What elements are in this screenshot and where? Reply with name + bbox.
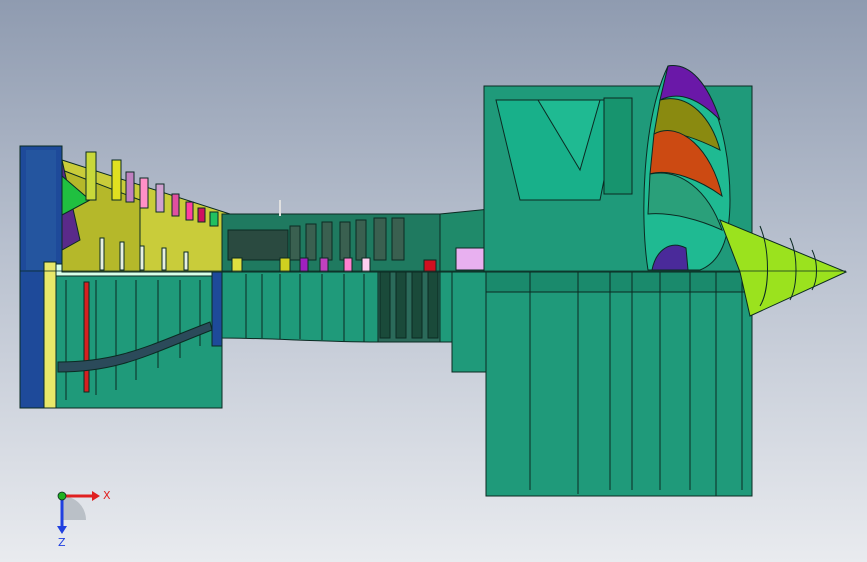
orientation-triad[interactable]: X Z	[40, 476, 120, 556]
z-axis-arrowhead	[57, 526, 67, 534]
y-axis-dot	[57, 491, 67, 501]
exhaust-section	[19, 145, 231, 409]
x-axis-arrowhead	[92, 491, 100, 501]
cad-viewport[interactable]	[0, 0, 867, 562]
x-axis-label: X	[103, 489, 111, 502]
triad-shadow	[62, 496, 86, 520]
z-axis-label: Z	[58, 536, 66, 549]
